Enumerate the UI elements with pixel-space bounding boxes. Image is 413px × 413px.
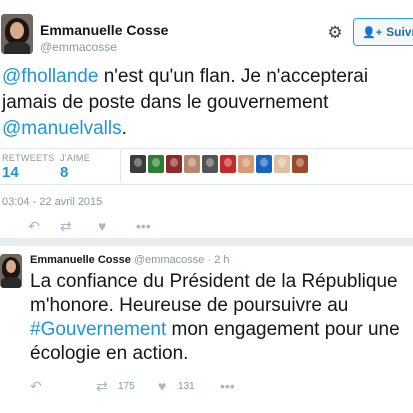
person-plus-icon: 👤+ [362,27,383,39]
retweets-count[interactable]: 14 [2,164,19,181]
follow-button[interactable]: 👤+Suivre [353,18,413,46]
divider [0,148,413,149]
timeline-separator [0,238,413,246]
liker-avatar[interactable] [220,155,236,173]
reply-icon[interactable]: ↶ [30,378,42,394]
author-line: Emmanuelle Cosse @emmacosse · 2 h [30,254,229,266]
retweet-count: 175 [118,381,135,392]
tweet-card-1: Emmanuelle Cosse @emmacosse ⚙ 👤+Suivre @… [0,0,413,238]
liker-avatar[interactable] [274,155,290,173]
liker-avatar[interactable] [202,155,218,173]
tweet-card-2: Emmanuelle Cosse @emmacosse · 2 h La con… [0,246,413,413]
author-handle[interactable]: @emmacosse [134,254,204,266]
likes-label: J'AIME [60,153,91,163]
author-name[interactable]: Emmanuelle Cosse [40,22,168,38]
heart-icon[interactable]: ♥ [158,378,166,394]
more-icon[interactable]: ••• [136,218,151,234]
liker-avatar[interactable] [292,155,308,173]
retweet-icon[interactable]: ⇄ [96,378,108,394]
tweet-text-part: La confiance du Président de la Républiq… [30,271,398,316]
mention-link[interactable]: @fhollande [2,66,98,87]
mention-link[interactable]: @manuelvalls [2,118,122,139]
retweets-label: RETWEETS [2,153,55,163]
retweet-icon[interactable]: ⇄ [60,218,72,234]
heart-icon[interactable]: ♥ [98,218,106,234]
liker-avatar[interactable] [148,155,164,173]
hashtag-link[interactable]: #Gouvernement [30,319,166,340]
follow-label: Suivre [386,25,413,39]
tweet-actions: ↶ ⇄ 175 ♥ 131 ••• [0,376,413,396]
tweet-text: @fhollande n'est qu'un flan. Je n'accept… [2,64,413,142]
liker-avatars [130,155,308,177]
likes-count[interactable]: 8 [60,164,68,181]
liker-avatar[interactable] [166,155,182,173]
gear-icon[interactable]: ⚙ [326,24,344,42]
liker-avatar[interactable] [238,155,254,173]
author-handle[interactable]: @emmacosse [40,40,117,54]
liker-avatar[interactable] [184,155,200,173]
tweet-text-part: . [121,118,127,139]
more-icon[interactable]: ••• [220,378,235,394]
timestamp[interactable]: 03:04 - 22 avril 2015 [2,196,102,208]
avatar[interactable] [0,254,22,288]
reply-icon[interactable]: ↶ [28,218,40,234]
liker-avatar[interactable] [256,155,272,173]
time-ago[interactable]: · 2 h [207,254,229,266]
avatar[interactable] [1,14,33,54]
liker-avatar[interactable] [130,155,146,173]
author-name[interactable]: Emmanuelle Cosse [30,254,131,266]
like-count: 131 [178,381,195,392]
divider [0,184,413,185]
divider [120,150,121,182]
tweet-text: La confiance du Président de la Républiq… [30,270,413,366]
tweet-actions: ↶ ⇄ ♥ ••• [0,218,413,236]
